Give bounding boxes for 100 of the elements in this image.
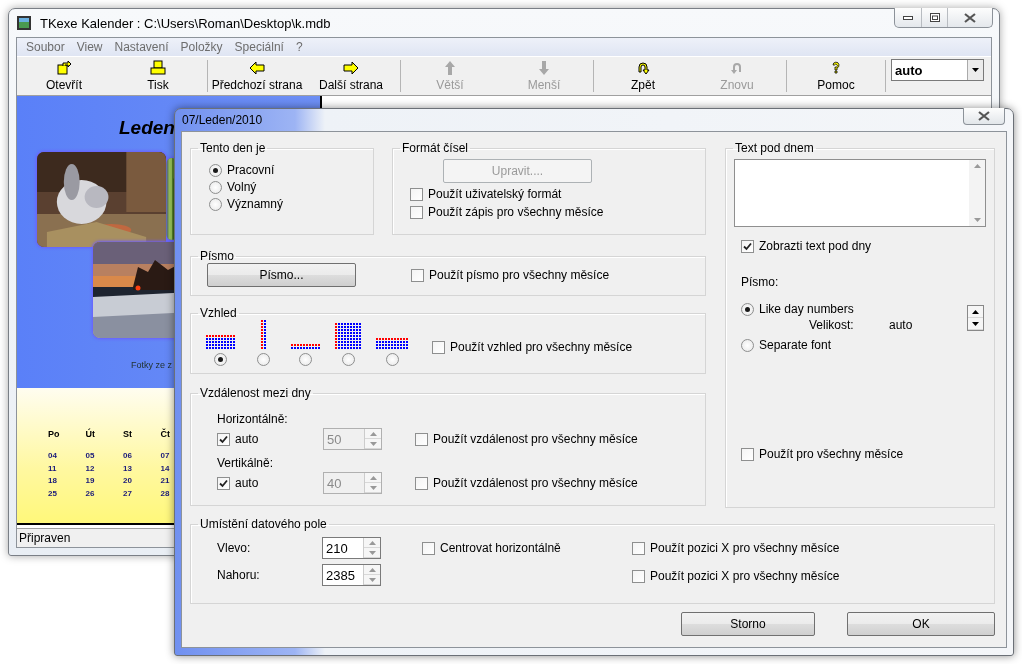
day-number: 14 (160, 463, 170, 473)
dot-grid-icon (291, 344, 320, 349)
dropdown-arrow-icon (972, 68, 979, 72)
printer-icon (150, 60, 166, 76)
radio-button[interactable] (741, 338, 754, 352)
checkbox[interactable] (632, 569, 645, 583)
radio-button[interactable] (385, 353, 399, 366)
checkbox-label[interactable]: Použít zápis pro všechny měsíce (428, 205, 604, 219)
checkbox[interactable] (411, 268, 424, 282)
toolbar-button[interactable]: Další strana (304, 57, 398, 95)
group-title: Tento den je (199, 141, 267, 155)
checkbox-label[interactable]: Centrovat horizontálně (440, 541, 561, 555)
radio-button[interactable] (209, 197, 222, 211)
day-number: 25 (48, 488, 57, 498)
number-spinner[interactable]: 2385 (322, 564, 381, 586)
radio-label[interactable]: Separate font (759, 338, 832, 352)
menu-item[interactable]: Soubor (20, 40, 71, 54)
text-area[interactable] (734, 159, 986, 227)
menu-item[interactable]: Nastavení (108, 40, 175, 54)
arrow-down-icon (536, 60, 552, 76)
zoom-dropdown[interactable]: auto (891, 59, 984, 81)
radio-button[interactable] (741, 302, 754, 316)
day-number: 04 (48, 451, 57, 460)
radio-label[interactable]: Významný (227, 197, 284, 211)
app-icon (16, 15, 32, 31)
up-arrow-icon (972, 309, 979, 314)
checkbox-label[interactable]: Zobrazti text pod dny (759, 239, 872, 253)
group-title: Umístění datového pole (199, 517, 328, 531)
radio-button[interactable] (209, 180, 222, 194)
checkbox-label[interactable]: Použít písmo pro všechny měsíce (429, 268, 610, 282)
checkbox-label[interactable]: Použít pozici X pro všechny měsíce (650, 569, 840, 583)
dot-grid-icon (260, 320, 266, 349)
arrow-up-icon (442, 60, 458, 76)
field-label: Nahoru: (217, 568, 261, 582)
radio-button[interactable] (256, 353, 270, 366)
checkbox[interactable] (410, 205, 423, 219)
spin-buttons[interactable] (967, 305, 984, 331)
check-icon (219, 434, 228, 444)
menu-item[interactable]: ? (289, 40, 309, 54)
toolbar-button[interactable]: Otevřít (17, 57, 111, 95)
menu-item[interactable]: View (70, 40, 109, 54)
day-number: 19 (85, 476, 95, 485)
field-label: Horizontálně: (217, 412, 289, 426)
minimize-icon (903, 15, 913, 20)
checkbox-label[interactable]: Použít vzhled pro všechny měsíce (450, 340, 633, 354)
folder-arrow-icon (56, 60, 72, 76)
checkbox[interactable] (741, 447, 754, 461)
checkbox[interactable] (632, 541, 645, 555)
close-icon (978, 111, 990, 121)
number-spinner[interactable]: 210 (322, 537, 381, 559)
scroll-up-icon (973, 164, 981, 168)
field-label: Velikost: (809, 318, 855, 332)
toolbar-button[interactable]: Tisk (111, 57, 205, 95)
dialog-button[interactable]: Storno (681, 612, 815, 636)
up-arrow-icon (369, 431, 377, 436)
dialog-button[interactable]: OK (847, 612, 995, 636)
field-label: Vertikálně: (217, 456, 275, 470)
toolbar-button[interactable]: Předchozí strana (210, 57, 304, 95)
checkbox[interactable] (432, 340, 445, 354)
toolbar-button[interactable]: Zpět (596, 57, 690, 95)
down-arrow-icon (369, 485, 377, 490)
day-number: 13 (123, 463, 132, 473)
photo-caption: Fotky ze z (131, 360, 172, 370)
radio-button[interactable] (209, 163, 222, 177)
menu-item[interactable]: Speciální (228, 40, 290, 54)
check-icon (743, 241, 752, 251)
checkbox-label[interactable]: Použít pozici X pro všechny měsíce (650, 541, 840, 555)
close-button[interactable] (963, 108, 1005, 125)
toolbar-button[interactable]: Pomoc (789, 57, 883, 95)
close-icon (964, 12, 976, 23)
radio-label[interactable]: Pracovní (227, 163, 275, 177)
checkbox-label[interactable]: Použít uživatelský formát (428, 187, 562, 201)
day-number: 11 (48, 463, 57, 473)
day-number: 12 (85, 463, 95, 473)
dot-grid-icon (206, 335, 235, 349)
weekday-label: St (123, 429, 132, 439)
dialog-title: 07/Leden/2010 (182, 113, 263, 127)
checkbox[interactable] (422, 541, 435, 555)
radio-label[interactable]: Like day numbers (759, 302, 854, 316)
group-title: Písmo (199, 249, 235, 263)
font-button[interactable]: Písmo... (207, 263, 356, 287)
checkbox[interactable] (410, 187, 423, 201)
dot-grid-icon (376, 338, 408, 349)
checkbox[interactable] (741, 239, 754, 253)
day-number: 21 (160, 476, 170, 485)
arrow-right-icon (343, 60, 359, 76)
radio-button[interactable] (299, 353, 312, 366)
radio-label[interactable]: Volný (227, 180, 257, 194)
month-title: Leden (119, 117, 175, 139)
radio-button[interactable] (341, 353, 355, 366)
day-number: 18 (48, 476, 57, 485)
radio-button[interactable] (214, 353, 227, 366)
check-icon (219, 478, 228, 488)
checkbox-label[interactable]: Použít pro všechny měsíce (759, 447, 904, 461)
menu-item[interactable]: Položky (174, 40, 229, 54)
up-arrow-icon (369, 475, 377, 480)
day-number: 05 (85, 451, 95, 460)
field-label: Písmo: (741, 275, 780, 289)
dot-grid-icon (335, 323, 361, 349)
field-label: Vlevo: (217, 541, 252, 555)
